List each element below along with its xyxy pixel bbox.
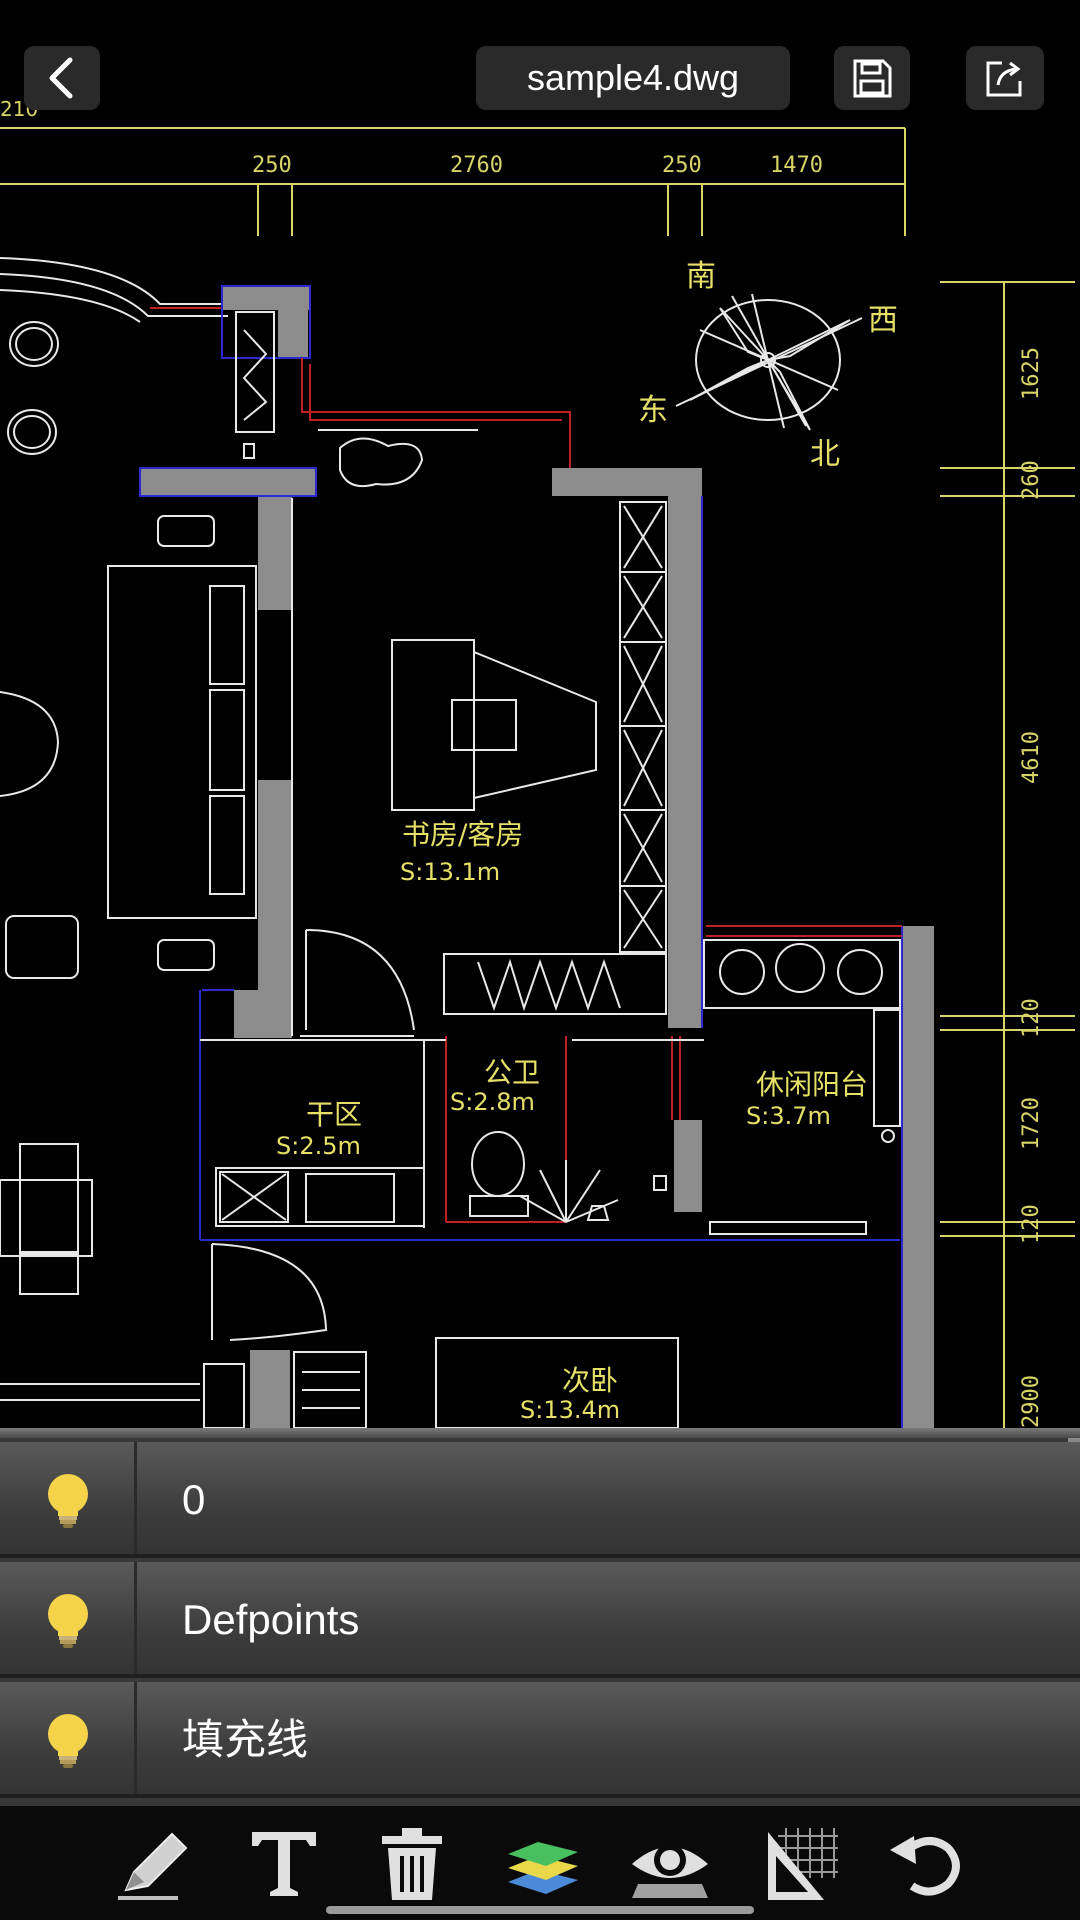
measure-tool-button[interactable] <box>758 1822 842 1906</box>
dim-right-label-3: 4610 <box>1019 731 1044 784</box>
layers-tool-button[interactable] <box>500 1822 584 1906</box>
eye-icon <box>632 1844 708 1898</box>
dim-top-label-1: 250 <box>252 153 292 178</box>
room-bath-area: S:2.8m <box>450 1088 535 1116</box>
grid-ruler-icon <box>768 1828 838 1900</box>
dim-right-label-7: 2900 <box>1019 1375 1044 1428</box>
undo-icon <box>890 1836 960 1896</box>
layer-visibility-toggle[interactable] <box>0 1562 137 1678</box>
text-icon <box>252 1832 316 1896</box>
file-name-label: sample4.dwg <box>526 57 740 98</box>
back-button[interactable] <box>24 46 100 110</box>
share-icon <box>986 61 1022 97</box>
trash-icon <box>382 1828 442 1900</box>
undo-tool-button[interactable] <box>884 1822 968 1906</box>
save-button[interactable] <box>834 46 910 110</box>
room-balcony-name: 休闲阳台 <box>756 1068 868 1101</box>
layer-row-hatch[interactable]: 填充线 <box>0 1682 1080 1798</box>
pencil-icon <box>118 1832 188 1900</box>
view-tool-button[interactable] <box>628 1822 712 1906</box>
row-separator <box>0 1794 1080 1798</box>
delete-tool-button[interactable] <box>370 1822 454 1906</box>
layer-visibility-toggle[interactable] <box>0 1442 137 1558</box>
compass-south-label: 南 <box>686 259 716 294</box>
lightbulb-icon <box>48 1594 88 1648</box>
bottom-toolbar <box>0 1806 1080 1920</box>
compass-west-label: 西 <box>868 303 898 338</box>
layer-row-0[interactable]: 0 <box>0 1442 1080 1558</box>
layer-row-defpoints[interactable]: Defpoints <box>0 1562 1080 1678</box>
room-dry-zone-name: 干区 <box>306 1098 362 1131</box>
compass-north-label: 北 <box>810 437 840 472</box>
layer-visibility-toggle[interactable] <box>0 1682 137 1798</box>
dim-top-label-3: 250 <box>662 153 702 178</box>
home-indicator[interactable] <box>326 1906 754 1914</box>
dim-right-label-4: 120 <box>1019 998 1044 1038</box>
row-separator <box>0 1554 1080 1558</box>
share-button[interactable] <box>966 46 1044 110</box>
room-balcony-area: S:3.7m <box>746 1102 831 1130</box>
room-study-area: S:13.1m <box>400 858 500 886</box>
layers-icon <box>508 1842 578 1894</box>
layer-name: Defpoints <box>182 1596 360 1643</box>
dim-right-label-6: 120 <box>1019 1204 1044 1244</box>
lightbulb-icon <box>48 1714 88 1768</box>
file-name-button[interactable]: sample4.dwg <box>476 46 790 110</box>
room-bath-name: 公卫 <box>484 1056 540 1089</box>
panel-top-edge <box>0 1428 1080 1438</box>
dim-right-label-2: 260 <box>1019 460 1044 500</box>
layer-name: 填充线 <box>182 1716 309 1763</box>
text-tool-button[interactable] <box>242 1822 326 1906</box>
dim-right-label-5: 1720 <box>1019 1097 1044 1150</box>
chevron-left-icon <box>49 57 73 99</box>
layer-panel: 0 Defpoints 填充线 <box>0 1428 1080 1806</box>
dim-top-label-4: 1470 <box>770 153 823 178</box>
dim-right-label-1: 1625 <box>1019 347 1044 400</box>
save-icon <box>853 59 892 98</box>
dim-top-label-2: 2760 <box>450 153 503 178</box>
draw-tool-button[interactable] <box>112 1822 196 1906</box>
row-separator <box>0 1674 1080 1678</box>
drawing-canvas[interactable]: 210 250 2760 250 1470 1625 260 4610 120 … <box>0 0 1080 1428</box>
room-bedroom-name: 次卧 <box>562 1364 618 1397</box>
lightbulb-icon <box>48 1474 88 1528</box>
room-bedroom-area: S:13.4m <box>520 1396 620 1424</box>
room-dry-zone-area: S:2.5m <box>276 1132 361 1160</box>
compass-east-label: 东 <box>638 393 668 428</box>
room-study-name: 书房/客房 <box>402 818 523 851</box>
layer-name: 0 <box>182 1476 206 1523</box>
